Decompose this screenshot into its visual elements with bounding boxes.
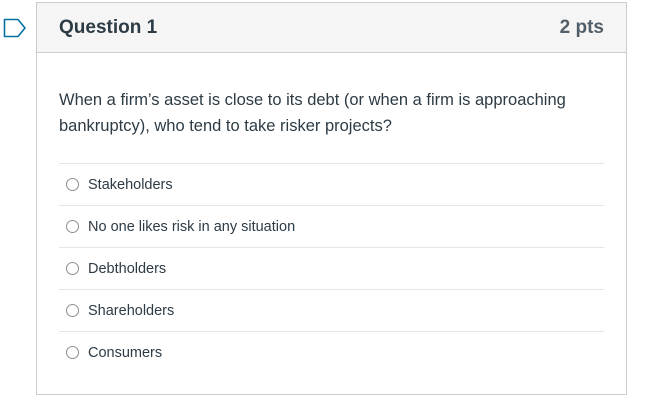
answer-option[interactable]: Stakeholders (59, 163, 604, 205)
answer-label: Shareholders (88, 302, 175, 319)
question-text: When a firm’s asset is close to its debt… (59, 91, 566, 135)
question-card: Question 1 2 pts When a firm’s asset is … (36, 2, 627, 395)
flag-question-icon[interactable] (3, 18, 27, 38)
question-title: Question 1 (59, 16, 158, 38)
answer-option[interactable]: Consumers (59, 331, 604, 373)
question-points: 2 pts (559, 16, 604, 38)
answer-option[interactable]: Shareholders (59, 289, 604, 331)
answer-label: Stakeholders (88, 176, 173, 193)
question-body: When a firm’s asset is close to its debt… (37, 87, 626, 373)
radio-button[interactable] (66, 346, 79, 359)
answer-list: Stakeholders No one likes risk in any si… (59, 163, 604, 373)
radio-button[interactable] (66, 178, 79, 191)
answer-option[interactable]: Debtholders (59, 247, 604, 289)
radio-button[interactable] (66, 304, 79, 317)
radio-button[interactable] (66, 262, 79, 275)
radio-button[interactable] (66, 220, 79, 233)
answer-option[interactable]: No one likes risk in any situation (59, 205, 604, 247)
answer-label: Consumers (88, 344, 163, 361)
answer-label: No one likes risk in any situation (88, 218, 296, 235)
question-header: Question 1 2 pts (37, 3, 626, 53)
answer-label: Debtholders (88, 260, 167, 277)
